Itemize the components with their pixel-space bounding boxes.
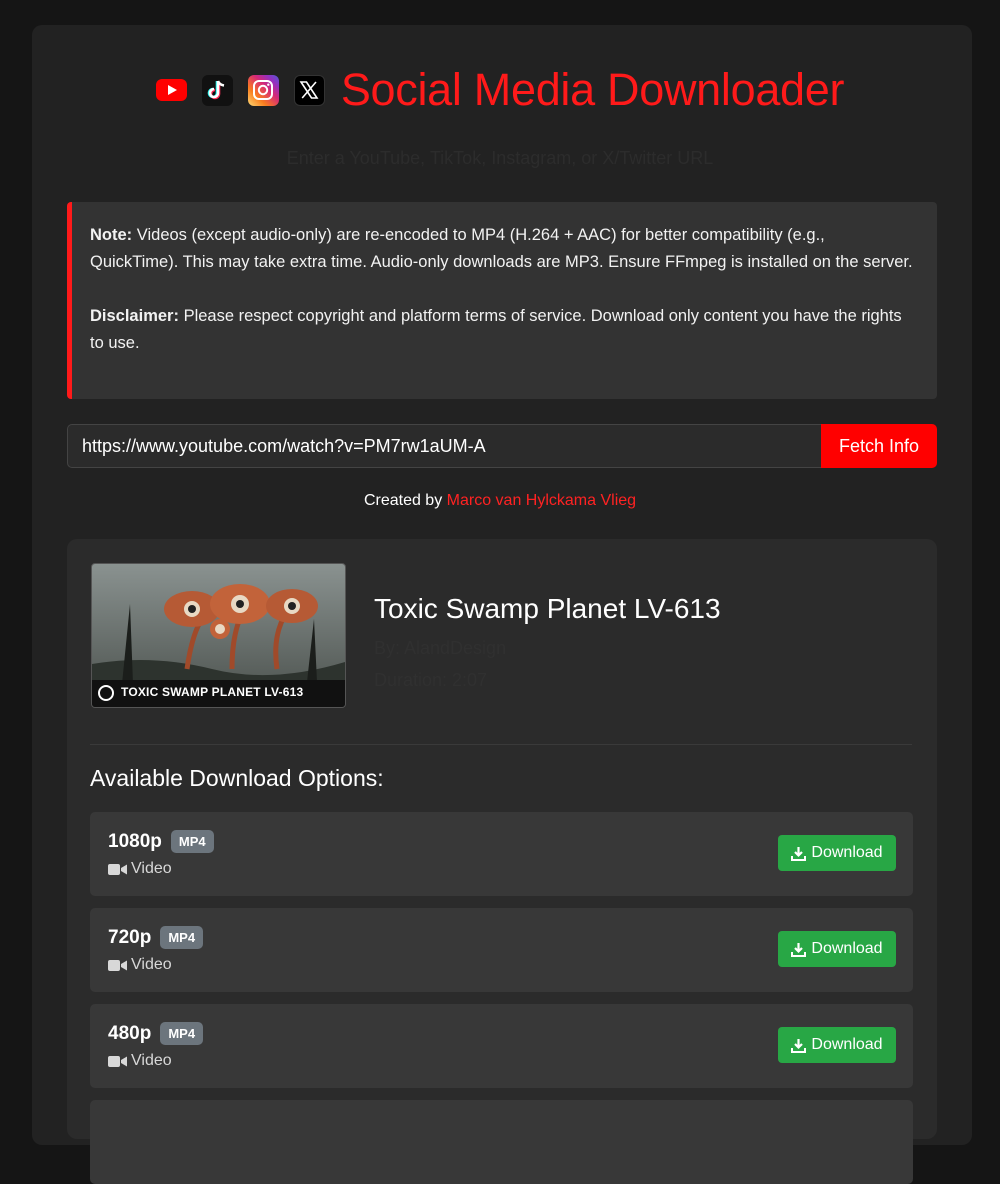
video-author: By: AlandDesign	[374, 638, 507, 658]
download-label: Download	[811, 844, 883, 861]
download-icon	[791, 942, 807, 957]
header: Social Media Downloader	[0, 62, 1000, 118]
page-title: Social Media Downloader	[340, 64, 845, 115]
download-option: 1080p MP4 Video Download	[90, 812, 913, 896]
download-icon	[791, 1038, 807, 1053]
option-resolution: 1080p	[108, 830, 162, 852]
download-option-partial	[90, 1100, 913, 1184]
option-type: Video	[131, 956, 172, 973]
video-title: Toxic Swamp Planet LV-613	[374, 593, 721, 624]
page-subtitle: Enter a YouTube, TikTok, Instagram, or X…	[286, 148, 714, 168]
format-badge: MP4	[170, 830, 214, 853]
download-label: Download	[811, 1036, 883, 1053]
disclaimer-label: Disclaimer:	[90, 307, 179, 325]
disclaimer-text: Please respect copyright and platform te…	[90, 307, 902, 352]
instagram-icon	[247, 74, 279, 106]
download-option: 720p MP4 Video Download	[90, 908, 913, 992]
tiktok-icon	[201, 74, 233, 106]
download-button[interactable]: Download	[778, 1027, 896, 1063]
thumbnail-caption: TOXIC SWAMP PLANET LV-613	[121, 685, 304, 699]
download-option: 480p MP4 Video Download	[90, 1004, 913, 1088]
download-icon	[791, 846, 807, 861]
download-button[interactable]: Download	[778, 835, 896, 871]
video-duration: Duration: 2:07	[374, 670, 488, 690]
credit-line: Created by Marco van Hylckama Vlieg	[0, 492, 1000, 510]
note-text: Videos (except audio-only) are re-encode…	[90, 226, 913, 271]
option-type-row: Video	[108, 860, 172, 878]
x-icon	[293, 74, 325, 106]
format-badge: MP4	[160, 1022, 204, 1045]
url-input[interactable]	[67, 424, 821, 468]
download-button[interactable]: Download	[778, 931, 896, 967]
video-thumbnail: TOXIC SWAMP PLANET LV-613	[91, 563, 346, 708]
option-resolution-row: 480p MP4	[108, 1022, 204, 1045]
option-resolution: 720p	[108, 926, 152, 948]
format-badge: MP4	[160, 926, 204, 949]
option-type-row: Video	[108, 956, 172, 974]
option-resolution-row: 1080p MP4	[108, 830, 214, 853]
options-heading: Available Download Options:	[90, 765, 384, 791]
video-camera-icon	[108, 863, 127, 876]
note-paragraph: Note: Videos (except audio-only) are re-…	[90, 222, 915, 276]
fetch-info-button[interactable]: Fetch Info	[821, 424, 937, 468]
youtube-icon	[155, 75, 187, 106]
disclaimer-paragraph: Disclaimer: Please respect copyright and…	[90, 303, 915, 357]
option-type-row: Video	[108, 1052, 172, 1070]
option-type: Video	[131, 1052, 172, 1069]
option-resolution-row: 720p MP4	[108, 926, 204, 949]
option-type: Video	[131, 860, 172, 877]
platform-icons	[155, 74, 325, 106]
video-camera-icon	[108, 959, 127, 972]
author-link[interactable]: Marco van Hylckama Vlieg	[447, 492, 636, 509]
result-panel: TOXIC SWAMP PLANET LV-613 Toxic Swamp Pl…	[67, 539, 937, 1184]
url-form: Fetch Info	[67, 424, 937, 468]
note-label: Note:	[90, 226, 133, 244]
credit-prefix: Created by	[363, 492, 443, 509]
video-camera-icon	[108, 1055, 127, 1068]
notice-box: Note: Videos (except audio-only) are re-…	[67, 202, 937, 399]
option-resolution: 480p	[108, 1022, 152, 1044]
divider	[90, 744, 912, 745]
download-label: Download	[811, 940, 883, 957]
